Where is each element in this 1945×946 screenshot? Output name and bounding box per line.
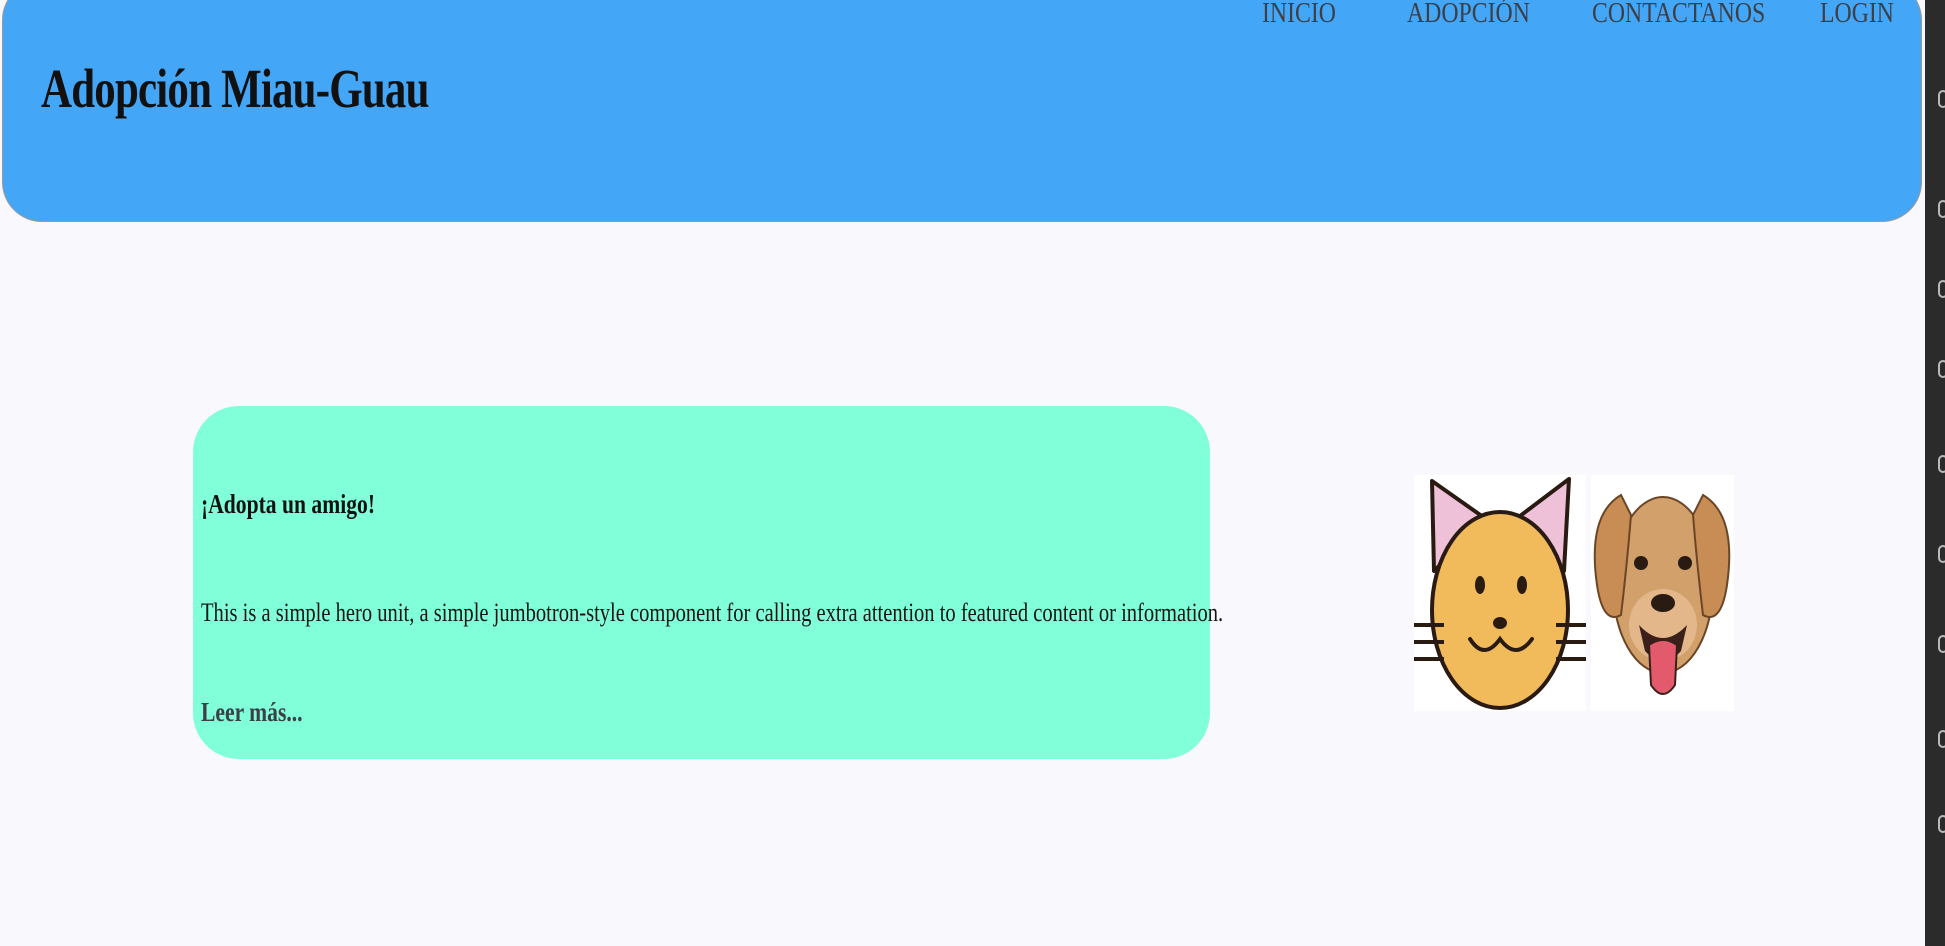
hero-title: ¡Adopta un amigo! xyxy=(201,489,376,519)
toolbar-icon[interactable] xyxy=(1938,730,1945,748)
toolbar-icon[interactable] xyxy=(1938,455,1945,473)
cat-face-icon xyxy=(1414,475,1586,711)
hero-description: This is a simple hero unit, a simple jum… xyxy=(201,598,1224,627)
toolbar-icon[interactable] xyxy=(1938,360,1945,378)
toolbar-icon[interactable] xyxy=(1938,90,1945,108)
toolbar-icon[interactable] xyxy=(1938,635,1945,653)
read-more-link[interactable]: Leer más... xyxy=(201,697,303,728)
nav-link-adopcion[interactable]: ADOPCIÓN xyxy=(1407,0,1530,30)
dog-face-icon xyxy=(1591,475,1734,711)
hero-section: ¡Adopta un amigo! This is a simple hero … xyxy=(193,406,1223,759)
toolbar-icon[interactable] xyxy=(1938,815,1945,833)
pets-image-group xyxy=(1414,475,1734,711)
toolbar-icon[interactable] xyxy=(1938,280,1945,298)
toolbar-icon[interactable] xyxy=(1938,200,1945,218)
side-toolbar-strip xyxy=(1925,0,1945,946)
cat-image xyxy=(1414,475,1586,711)
nav-link-login[interactable]: LOGIN xyxy=(1820,0,1894,30)
toolbar-icon[interactable] xyxy=(1938,545,1945,563)
site-header: Adopción Miau-Guau INICIO ADOPCIÓN CONTA… xyxy=(2,0,1922,222)
nav-link-contactanos[interactable]: CONTACTANOS xyxy=(1592,0,1765,30)
nav-link-inicio[interactable]: INICIO xyxy=(1262,0,1336,30)
site-title: Adopción Miau-Guau xyxy=(41,58,429,119)
dog-image xyxy=(1591,475,1734,711)
